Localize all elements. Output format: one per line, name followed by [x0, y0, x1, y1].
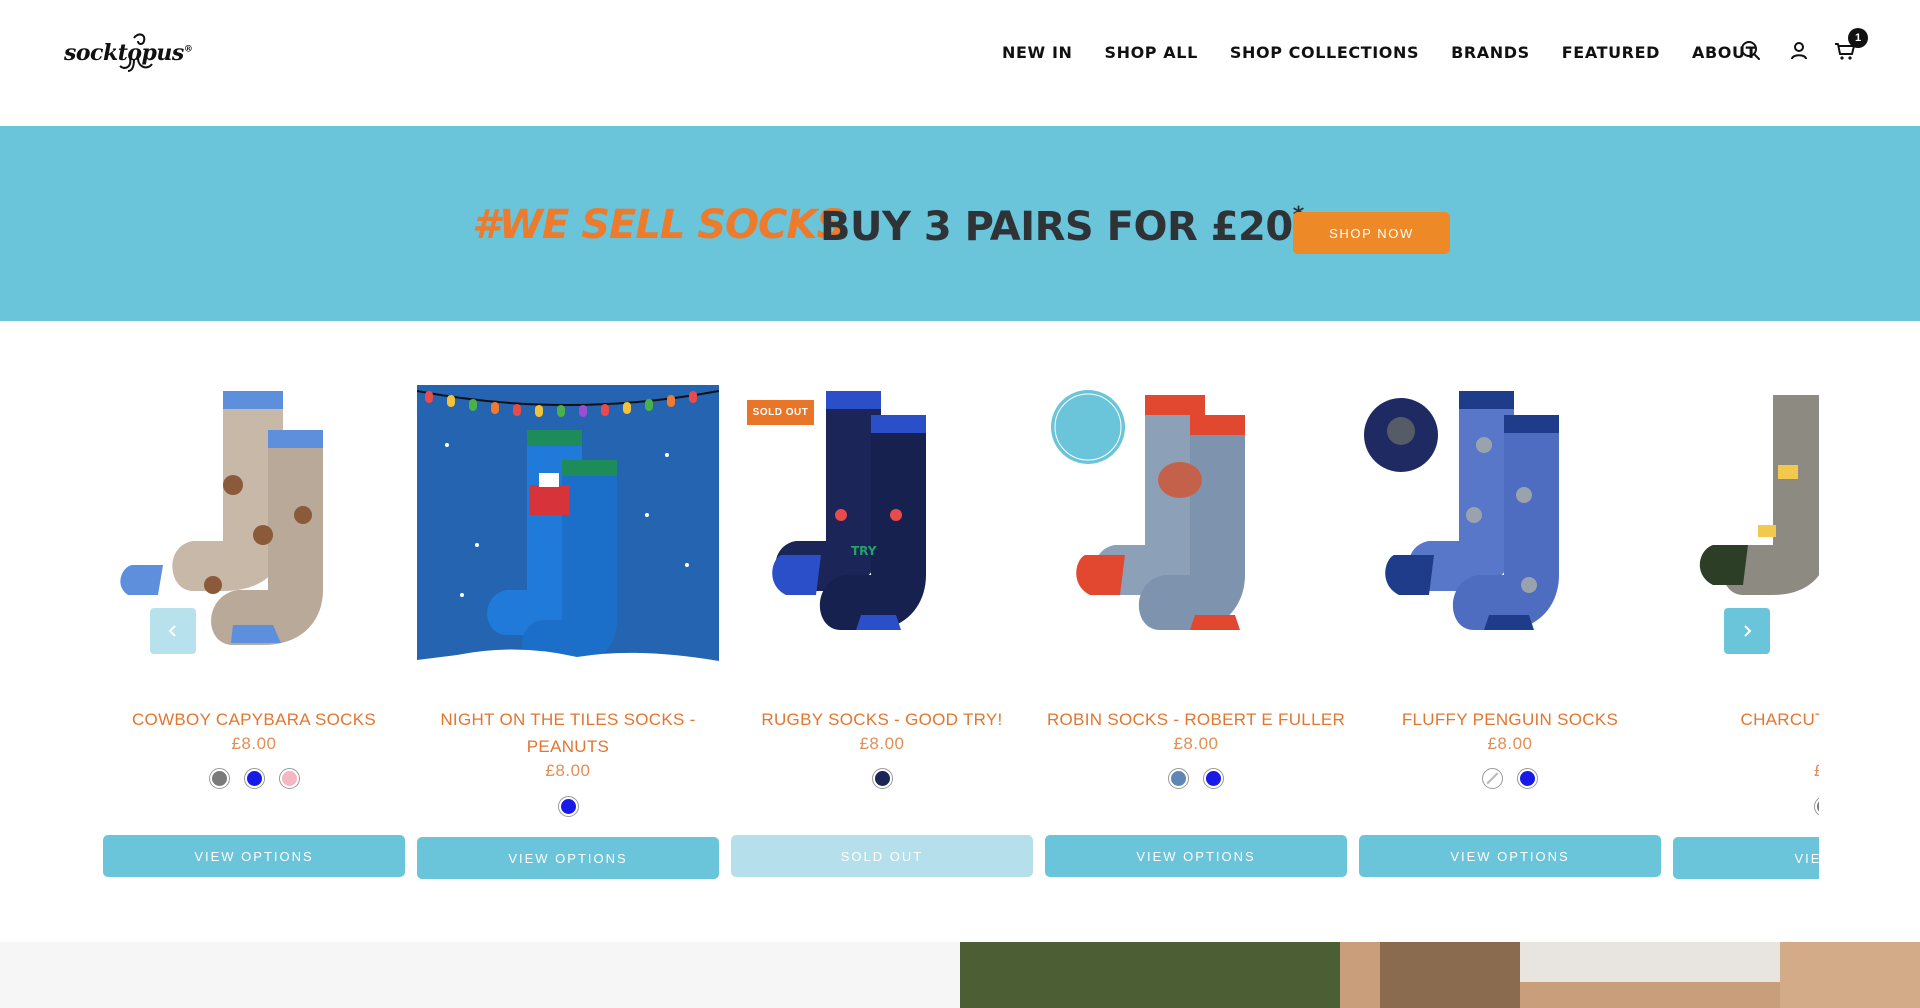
promo-headline: BUY 3 PAIRS FOR £20*	[820, 203, 1304, 250]
chevron-right-icon	[1744, 625, 1752, 637]
view-options-button[interactable]: VIEW OPTIONS	[103, 835, 405, 877]
lifestyle-photo	[960, 942, 1920, 1008]
product-image[interactable]	[416, 385, 720, 684]
carousel-prev-button[interactable]	[150, 608, 196, 654]
product-price: £8.00	[231, 734, 277, 753]
product-price: £8.00	[1173, 734, 1219, 753]
carousel-next-button[interactable]	[1724, 608, 1770, 654]
color-swatches	[103, 768, 405, 789]
color-swatches	[1359, 768, 1661, 789]
view-options-button[interactable]: VIEW OPTIONS	[417, 837, 719, 879]
product-price: £8.00	[545, 761, 591, 780]
color-swatches	[731, 768, 1033, 789]
nav-shop-all[interactable]: SHOP ALL	[1104, 43, 1197, 62]
svg-text:TRY: TRY	[851, 544, 877, 558]
search-icon[interactable]	[1738, 38, 1764, 64]
product-price: £8.00	[859, 734, 905, 753]
account-icon[interactable]	[1786, 38, 1812, 64]
product-title[interactable]: FLUFFY PENGUIN SOCKS	[1359, 706, 1661, 733]
color-swatch[interactable]	[1482, 768, 1503, 789]
view-options-button[interactable]: VIEW OPTIONS	[1045, 835, 1347, 877]
product-title[interactable]: ROBIN SOCKS - ROBERT E FULLER	[1045, 706, 1347, 733]
color-swatch[interactable]	[243, 768, 265, 789]
product-title[interactable]: CHARCUTERIE AND	[1673, 706, 1819, 733]
color-swatches	[417, 796, 719, 817]
shop-now-button[interactable]: SHOP NOW	[1293, 212, 1450, 254]
product-image[interactable]: TRY SOLD OUT	[731, 385, 1033, 684]
product-image[interactable]	[1045, 385, 1347, 684]
promo-banner: #WE SELL SOCKS BUY 3 PAIRS FOR £20* SHOP…	[0, 126, 1920, 321]
color-swatch[interactable]	[208, 768, 230, 789]
color-swatch[interactable]	[871, 768, 893, 789]
product-image[interactable]	[103, 385, 405, 684]
main-nav: NEW IN SHOP ALL SHOP COLLECTIONS BRANDS …	[1002, 40, 1757, 64]
promo-hashtag: #WE SELL SOCKS	[472, 202, 845, 248]
view-options-button[interactable]: VIEW O	[1673, 837, 1819, 879]
product-price: £8	[1673, 761, 1819, 781]
color-swatch[interactable]	[278, 768, 300, 789]
product-carousel: COWBOY CAPYBARA SOCKS £8.00 VIEW OPTIONS	[103, 385, 1819, 885]
nav-shop-collections[interactable]: SHOP COLLECTIONS	[1230, 43, 1419, 62]
nav-brands[interactable]: BRANDS	[1451, 43, 1530, 62]
product-title[interactable]: RUGBY SOCKS - GOOD TRY!	[731, 706, 1033, 733]
site-logo[interactable]: socktopus®	[64, 32, 193, 74]
bottom-content-panel	[0, 942, 960, 1008]
nav-new-in[interactable]: NEW IN	[1002, 43, 1072, 62]
site-header: socktopus® NEW IN SHOP ALL SHOP COLLECTI…	[0, 0, 1920, 126]
sold-out-button[interactable]: SOLD OUT	[731, 835, 1033, 877]
color-swatch[interactable]	[1517, 768, 1538, 789]
color-swatch[interactable]	[1168, 768, 1189, 789]
cart-count-badge: 1	[1848, 28, 1868, 48]
nav-featured[interactable]: FEATURED	[1562, 43, 1660, 62]
product-price: £8.00	[1487, 734, 1533, 753]
color-swatch[interactable]	[557, 796, 579, 817]
sold-out-badge: SOLD OUT	[747, 400, 814, 425]
product-title[interactable]: NIGHT ON THE TILES SOCKS - PEANUTS	[417, 706, 719, 760]
logo-wordmark: socktopus®	[64, 40, 193, 66]
product-image[interactable]	[1359, 385, 1661, 684]
color-swatches	[1673, 796, 1819, 817]
color-swatch[interactable]	[1203, 768, 1224, 789]
color-swatches	[1045, 768, 1347, 789]
view-options-button[interactable]: VIEW OPTIONS	[1359, 835, 1661, 877]
product-title[interactable]: COWBOY CAPYBARA SOCKS	[103, 706, 405, 733]
color-swatch[interactable]	[1813, 796, 1819, 817]
chevron-left-icon	[168, 625, 176, 637]
